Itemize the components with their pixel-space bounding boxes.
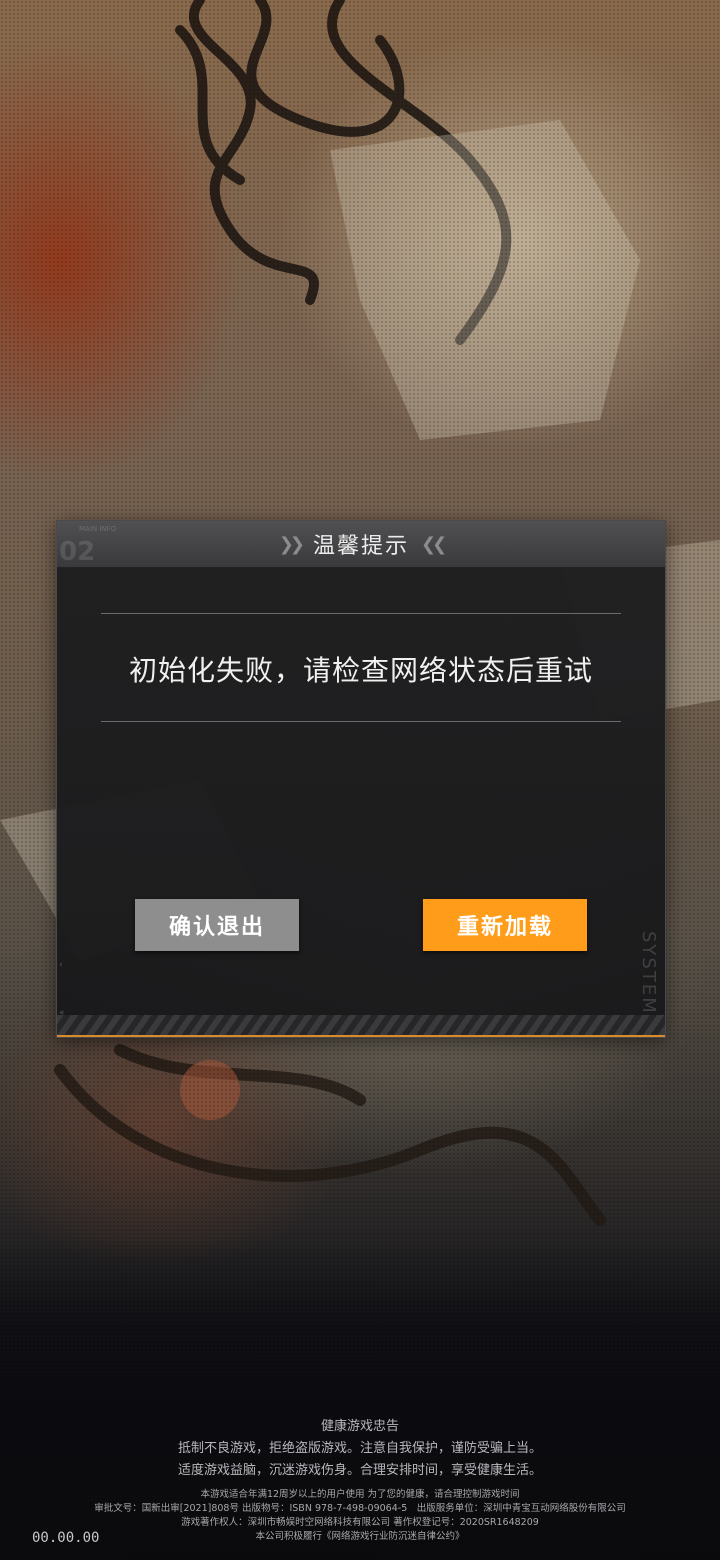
dialog-hazard-stripe bbox=[57, 1015, 665, 1037]
error-message: 初始化失败，请检查网络状态后重试 bbox=[128, 654, 593, 687]
network-error-dialog: 02 MAIN INFO ❯❯ 温馨提示 ❮❮ 初始化失败，请检查网络状态后重试… bbox=[56, 520, 666, 1038]
dialog-header: 02 MAIN INFO ❯❯ 温馨提示 ❮❮ bbox=[57, 521, 665, 568]
dialog-title: 温馨提示 bbox=[312, 534, 409, 559]
version-label: 00.00.00 bbox=[32, 1530, 100, 1546]
notice-line-2: 适度游戏益脑，沉迷游戏伤身。合理安排时间，享受健康生活。 bbox=[177, 1463, 542, 1478]
game-screen: 02 MAIN INFO ❯❯ 温馨提示 ❮❮ 初始化失败，请检查网络状态后重试… bbox=[0, 0, 720, 1560]
confirm-exit-button[interactable]: 确认退出 bbox=[135, 899, 299, 951]
chevron-left-icon: ❮❮ bbox=[421, 533, 447, 555]
divider-top bbox=[101, 613, 621, 614]
notice-line-1: 抵制不良游戏，拒绝盗版游戏。注意自我保护，谨防受骗上当。 bbox=[177, 1441, 542, 1456]
system-side-label: SYSTEM bbox=[638, 931, 659, 1015]
age-notice: 本游戏适合年满12周岁以上的用户使用 为了您的健康，请合理控制游戏时间 bbox=[200, 1489, 520, 1500]
dialog-header-tag: MAIN INFO bbox=[79, 525, 117, 533]
approval-info: 审批文号：国新出审[2021]808号 出版物号：ISBN 978-7-498-… bbox=[94, 1503, 626, 1514]
copyright-info: 游戏著作权人：深圳市畅娱时空网络科技有限公司 著作权登记号：2020SR1648… bbox=[181, 1517, 539, 1528]
dialog-header-number: 02 bbox=[59, 537, 96, 567]
health-notice: 健康游戏忠告 抵制不良游戏，拒绝盗版游戏。注意自我保护，谨防受骗上当。 适度游戏… bbox=[0, 1416, 720, 1544]
notice-title: 健康游戏忠告 bbox=[320, 1419, 399, 1434]
divider-bottom bbox=[101, 721, 621, 722]
reload-button[interactable]: 重新加载 bbox=[423, 899, 587, 951]
pledge-info: 本公司积极履行《网络游戏行业防沉迷自律公约》 bbox=[255, 1531, 465, 1542]
chevron-right-icon: ❯❯ bbox=[278, 533, 305, 555]
